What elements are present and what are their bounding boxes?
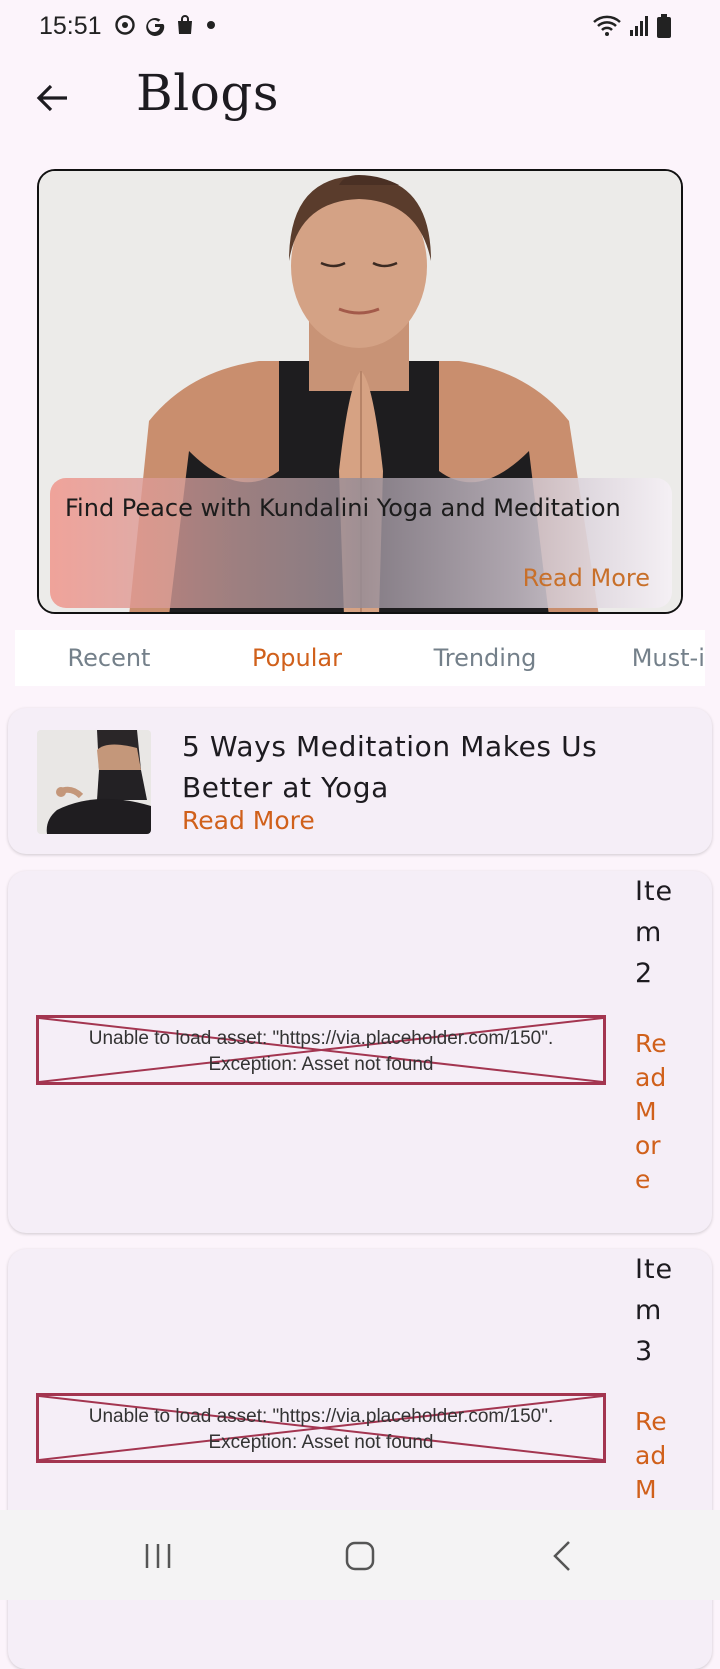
tab-recent[interactable]: Recent — [15, 630, 203, 686]
tab-must-it[interactable]: Must-it — [579, 630, 705, 686]
app-bar: Blogs — [0, 52, 720, 144]
tab-trending[interactable]: Trending — [391, 630, 579, 686]
chevron-left-icon — [553, 1541, 570, 1571]
blog-thumbnail — [37, 730, 151, 834]
recent-apps-icon — [145, 1544, 171, 1568]
status-bar: 15:51 — [0, 0, 720, 52]
featured-blog-card[interactable]: Find Peace with Kundalini Yoga and Medit… — [37, 169, 683, 614]
image-error-placeholder: Unable to load asset: "https://via.place… — [36, 1393, 606, 1463]
read-more-link[interactable]: Read More — [635, 1027, 671, 1197]
page-title: Blogs — [136, 64, 280, 122]
recent-apps-button[interactable] — [128, 1528, 188, 1584]
blog-list-item[interactable]: 5 Ways Meditation Makes Us Better at Yog… — [8, 708, 712, 854]
blog-title: Item 3 — [635, 1254, 674, 1367]
blog-title: Item 2 — [635, 876, 674, 989]
image-error-text: Unable to load asset: "https://via.place… — [88, 1028, 554, 1075]
meditation-pose-image — [37, 730, 151, 834]
status-time: 15:51 — [39, 12, 102, 40]
blog-list-item[interactable]: Unable to load asset: "https://via.place… — [8, 1249, 712, 1669]
featured-blog-title: Find Peace with Kundalini Yoga and Medit… — [65, 494, 621, 522]
notification-dot-icon — [207, 21, 215, 29]
back-button[interactable] — [28, 74, 76, 122]
blog-title: 5 Ways Meditation Makes Us Better at Yog… — [182, 730, 598, 804]
category-tabs: Recent Popular Trending Must-it — [15, 630, 705, 686]
image-error-text: Unable to load asset: "https://via.place… — [88, 1406, 554, 1453]
read-more-link[interactable]: Read More — [182, 806, 315, 835]
blog-list-item[interactable]: Unable to load asset: "https://via.place… — [8, 871, 712, 1233]
tab-popular[interactable]: Popular — [203, 630, 391, 686]
google-icon — [146, 17, 165, 36]
battery-icon — [657, 14, 671, 38]
system-navigation-bar — [0, 1510, 720, 1600]
home-icon — [345, 1541, 375, 1571]
signal-icon — [630, 16, 648, 36]
shopping-bag-icon — [178, 15, 192, 34]
system-back-button[interactable] — [532, 1528, 592, 1584]
arrow-back-icon — [36, 84, 67, 112]
featured-read-more-link[interactable]: Read More — [523, 564, 650, 592]
image-error-placeholder: Unable to load asset: "https://via.place… — [36, 1015, 606, 1085]
featured-blog-overlay: Find Peace with Kundalini Yoga and Medit… — [50, 478, 672, 608]
home-button[interactable] — [330, 1528, 390, 1584]
wifi-icon — [593, 15, 621, 36]
sync-icon — [115, 15, 135, 35]
